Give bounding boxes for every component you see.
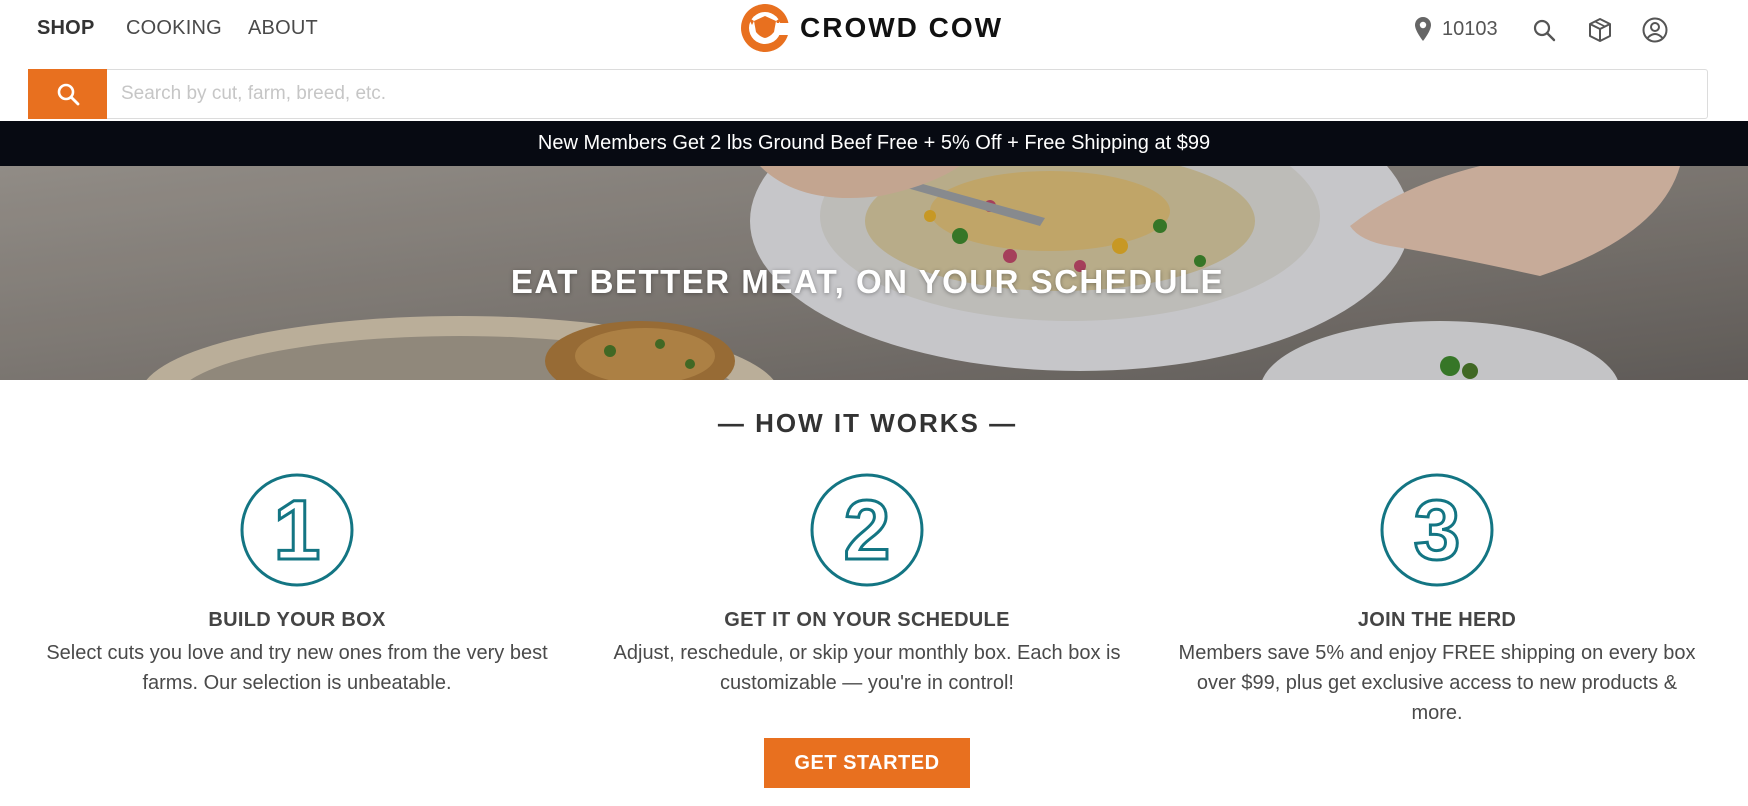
svg-text:3: 3 [1414, 483, 1461, 577]
step-title: BUILD YOUR BOX [208, 609, 386, 631]
cow-logo-icon [741, 4, 790, 52]
zip-code-selector[interactable]: 10103 [1414, 16, 1498, 42]
search-icon [57, 83, 79, 106]
hero-title: EAT BETTER MEAT, ON YOUR SCHEDULE [510, 263, 1225, 300]
step-title: JOIN THE HERD [1357, 609, 1517, 631]
top-navigation: SHOP COOKING ABOUT CROWD COW 10103 [0, 0, 1748, 60]
number-three-icon: 3 [1380, 473, 1494, 587]
brand-name: CROWD COW [800, 12, 1004, 43]
how-it-works-title: — HOW IT WORKS — [717, 408, 1018, 438]
nav-about[interactable]: ABOUT [248, 17, 318, 40]
zip-code: 10103 [1442, 17, 1498, 40]
crowd-cow-logo[interactable]: CROWD COW [740, 3, 1003, 53]
step-description: Select cuts you love and try new ones fr… [46, 642, 548, 694]
location-pin-icon [1415, 17, 1431, 41]
step-description: Adjust, reschedule, or skip your monthly… [613, 642, 1121, 694]
nav-shop[interactable]: SHOP [37, 17, 94, 40]
hero-banner: EAT BETTER MEAT, ON YOUR SCHEDULE [0, 166, 1748, 380]
nav-cooking[interactable]: COOKING [126, 17, 222, 40]
account-icon[interactable] [1641, 16, 1669, 44]
search-input[interactable] [107, 70, 1707, 118]
box-icon[interactable] [1586, 16, 1614, 44]
step-title: GET IT ON YOUR SCHEDULE [724, 609, 1010, 631]
svg-text:2: 2 [844, 483, 891, 577]
search-bar [28, 69, 1708, 119]
step-build-your-box: 1 BUILD YOUR BOX Select cuts you love an… [37, 472, 557, 698]
promo-banner[interactable]: New Members Get 2 lbs Ground Beef Free +… [0, 121, 1748, 166]
get-started-button[interactable]: GET STARTED [764, 738, 970, 788]
number-two-icon: 2 [810, 473, 924, 587]
search-icon[interactable] [1530, 16, 1558, 44]
number-one-icon: 1 [240, 473, 354, 587]
step-get-it-on-your-schedule: 2 GET IT ON YOUR SCHEDULE Adjust, resche… [607, 472, 1127, 698]
search-button[interactable] [28, 69, 107, 119]
step-join-the-herd: 3 JOIN THE HERD Members save 5% and enjo… [1177, 472, 1697, 728]
svg-text:1: 1 [274, 483, 321, 577]
promo-text: New Members Get 2 lbs Ground Beef Free +… [537, 132, 1211, 154]
step-description: Members save 5% and enjoy FREE shipping … [1178, 642, 1696, 724]
